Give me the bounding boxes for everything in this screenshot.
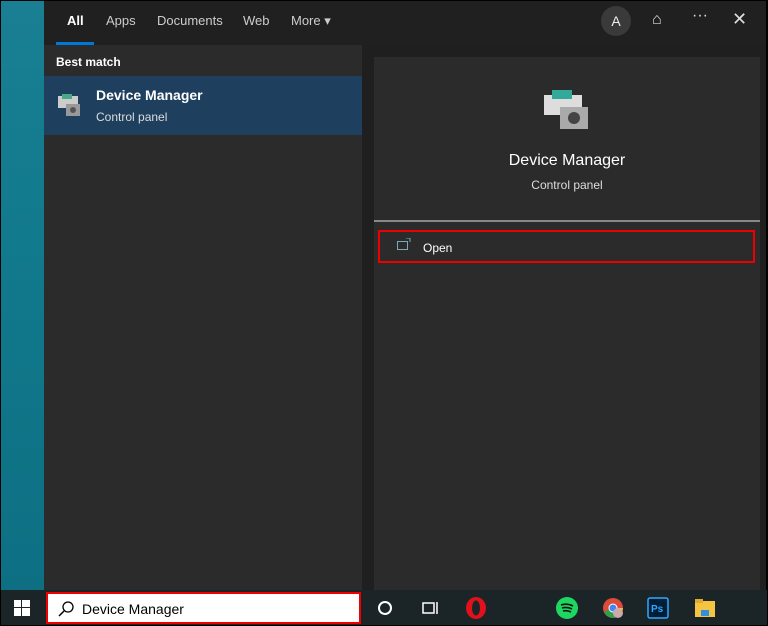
task-view-icon[interactable]: [419, 597, 441, 619]
result-subtitle: Control panel: [96, 110, 168, 124]
result-device-manager[interactable]: Device Manager Control panel: [44, 76, 362, 135]
close-icon[interactable]: ✕: [732, 9, 747, 30]
search-panel: All Apps Documents Web More ▾ A ⌂ ··· ✕ …: [44, 1, 766, 590]
more-options-icon[interactable]: ···: [692, 7, 708, 25]
search-input[interactable]: Device Manager: [82, 601, 184, 617]
device-manager-icon: [58, 94, 80, 116]
section-header: Best match: [56, 55, 121, 69]
windows-start-icon[interactable]: [14, 600, 30, 616]
file-explorer-icon[interactable]: [694, 597, 716, 619]
svg-text:Ps: Ps: [651, 604, 664, 615]
cortana-icon[interactable]: [374, 597, 396, 619]
device-manager-large-icon: [544, 90, 588, 129]
tab-documents[interactable]: Documents: [157, 13, 223, 28]
detail-subtitle: Control panel: [531, 178, 603, 192]
results-list: Best match Device Manager Control panel: [44, 45, 362, 590]
chrome-icon[interactable]: [602, 597, 624, 619]
tab-web[interactable]: Web: [243, 13, 270, 28]
open-label: Open: [423, 241, 453, 255]
taskbar-search-box[interactable]: Device Manager: [46, 592, 361, 624]
result-title: Device Manager: [96, 87, 203, 103]
divider: [374, 220, 760, 222]
search-icon: [58, 601, 74, 617]
avatar[interactable]: A: [601, 6, 631, 36]
tab-all[interactable]: All: [67, 13, 84, 28]
tab-more[interactable]: More ▾: [291, 13, 331, 29]
spotify-icon[interactable]: [556, 597, 578, 619]
detail-title: Device Manager: [508, 152, 626, 169]
photoshop-icon[interactable]: Ps: [647, 597, 669, 619]
feedback-icon[interactable]: ⌂: [652, 11, 662, 29]
detail-pane: Device Manager Control panel Open: [374, 57, 760, 590]
taskbar: Device Manager Ps: [1, 590, 767, 625]
open-button[interactable]: Open: [378, 230, 755, 263]
tab-apps[interactable]: Apps: [106, 13, 136, 28]
desktop-background: [1, 1, 44, 590]
opera-icon[interactable]: [465, 597, 487, 619]
open-icon: [397, 238, 411, 250]
header: All Apps Documents Web More ▾ A ⌂ ··· ✕: [44, 1, 766, 45]
